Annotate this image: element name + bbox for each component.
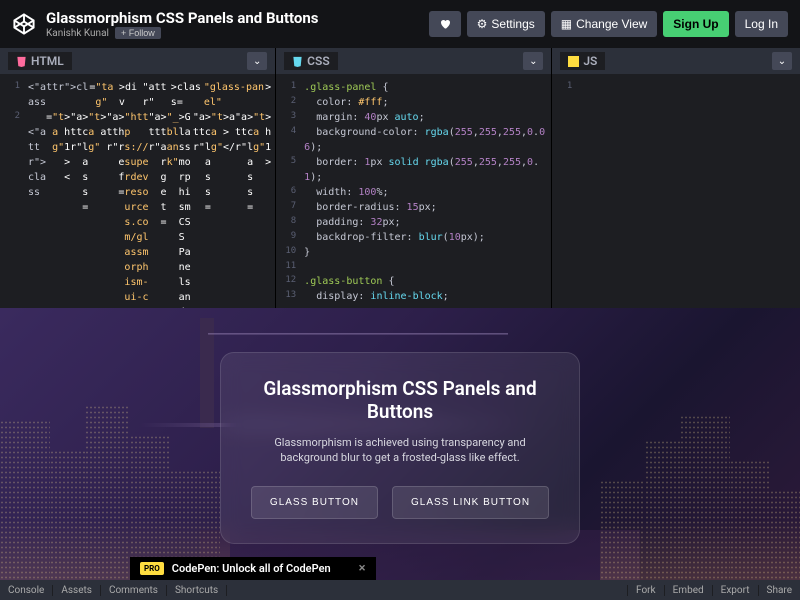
editor-header-js: JS ⌄	[552, 48, 800, 74]
pro-badge: PRO	[140, 562, 164, 575]
promo-text: CodePen: Unlock all of CodePen	[172, 562, 331, 575]
change-view-button[interactable]: ▦Change View	[551, 11, 658, 37]
settings-button[interactable]: ⚙Settings	[467, 11, 545, 37]
glass-heading[interactable]: Glassmorphism CSS Panels and Buttons	[249, 377, 551, 423]
editor-header-html: HTML ⌄	[0, 48, 275, 74]
gear-icon: ⚙	[477, 17, 488, 31]
love-button[interactable]	[429, 11, 461, 37]
follow-button[interactable]: + Follow	[115, 27, 161, 39]
heart-icon	[439, 18, 451, 30]
html-editor: HTML ⌄ 1<"attr">class="tag">div "attr">c…	[0, 48, 275, 308]
glass-button[interactable]: GLASS BUTTON	[251, 486, 378, 519]
css-icon	[292, 56, 303, 67]
scene-skyline-right	[600, 410, 800, 580]
css-tab[interactable]: CSS	[284, 52, 338, 70]
footer-shortcuts[interactable]: Shortcuts	[167, 585, 227, 596]
promo-bar[interactable]: PRO CodePen: Unlock all of CodePen ×	[130, 557, 376, 580]
footer-console[interactable]: Console	[0, 585, 53, 596]
footer-fork[interactable]: Fork	[627, 585, 664, 596]
signup-button[interactable]: Sign Up	[663, 11, 728, 37]
footer-bar: ConsoleAssetsCommentsShortcuts ForkEmbed…	[0, 580, 800, 600]
js-dropdown-button[interactable]: ⌄	[772, 52, 792, 70]
footer-comments[interactable]: Comments	[101, 585, 167, 596]
glass-toolbar: GLASS BUTTON GLASS LINK BUTTON	[249, 486, 551, 519]
editors-row: HTML ⌄ 1<"attr">class="tag">div "attr">c…	[0, 48, 800, 308]
js-editor: JS ⌄ 1	[552, 48, 800, 308]
html-icon	[16, 56, 27, 67]
glass-paragraph: Glassmorphism is achieved using transpar…	[249, 435, 551, 466]
html-tab[interactable]: HTML	[8, 52, 72, 70]
js-code-body[interactable]: 1	[552, 74, 800, 308]
title-block: Glassmorphism CSS Panels and Buttons Kan…	[46, 9, 429, 39]
layout-icon: ▦	[561, 17, 572, 31]
html-code-body[interactable]: 1<"attr">class="tag">div "attr">class="g…	[0, 74, 275, 308]
footer-assets[interactable]: Assets	[53, 585, 101, 596]
app-header: Glassmorphism CSS Panels and Buttons Kan…	[0, 0, 800, 48]
preview-pane: Glassmorphism CSS Panels and Buttons Gla…	[0, 308, 800, 580]
login-button[interactable]: Log In	[735, 11, 788, 37]
html-dropdown-button[interactable]: ⌄	[247, 52, 267, 70]
editor-header-css: CSS ⌄	[276, 48, 551, 74]
glass-panel: Glassmorphism CSS Panels and Buttons Gla…	[220, 352, 580, 544]
css-dropdown-button[interactable]: ⌄	[523, 52, 543, 70]
glass-link-button[interactable]: GLASS LINK BUTTON	[392, 486, 549, 519]
codepen-logo-icon	[12, 12, 36, 36]
close-icon[interactable]: ×	[359, 561, 366, 576]
footer-embed[interactable]: Embed	[664, 585, 712, 596]
css-editor: CSS ⌄ 1.glass-panel {2 color: #fff;3 mar…	[276, 48, 551, 308]
js-tab[interactable]: JS	[560, 52, 605, 70]
pen-title: Glassmorphism CSS Panels and Buttons	[46, 9, 429, 27]
footer-share[interactable]: Share	[758, 585, 800, 596]
css-code-body[interactable]: 1.glass-panel {2 color: #fff;3 margin: 4…	[276, 74, 551, 308]
js-icon	[568, 56, 579, 67]
header-actions: ⚙Settings ▦Change View Sign Up Log In	[429, 11, 788, 37]
author-name[interactable]: Kanishk Kunal	[46, 28, 109, 39]
footer-export[interactable]: Export	[712, 585, 758, 596]
byline: Kanishk Kunal + Follow	[46, 27, 429, 39]
footer-left: ConsoleAssetsCommentsShortcuts	[0, 585, 227, 596]
footer-right: ForkEmbedExportShare	[627, 585, 800, 596]
